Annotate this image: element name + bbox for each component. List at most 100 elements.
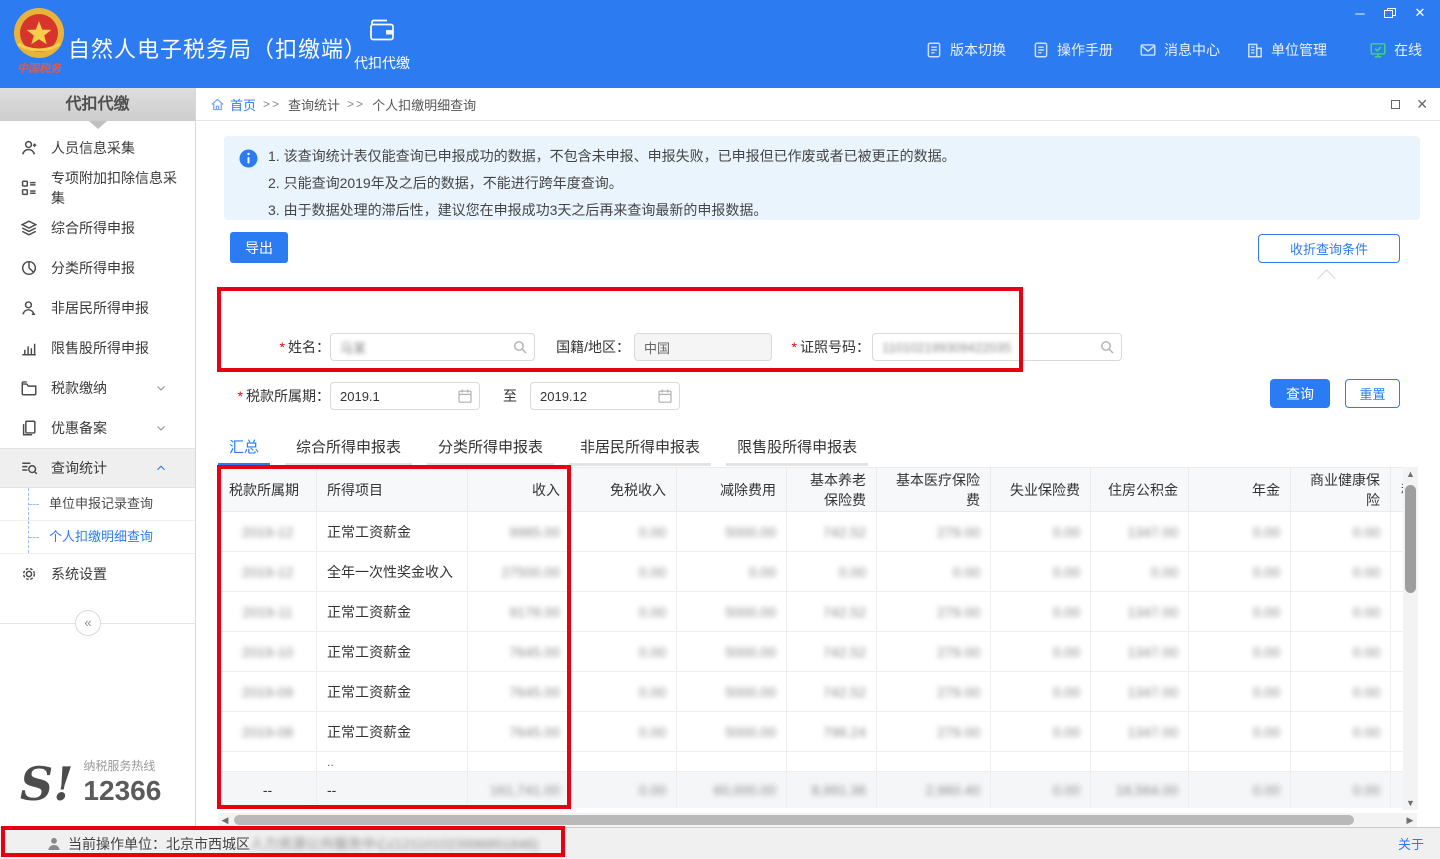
- reset-button[interactable]: 重置: [1345, 379, 1400, 408]
- sidebar-collapse-row: «: [0, 610, 195, 636]
- cell-value: 9985.00: [509, 524, 560, 540]
- module-tab-daikou[interactable]: 代扣代缴: [342, 16, 422, 73]
- name-input[interactable]: 马某: [330, 333, 535, 361]
- sidebar-item-label: 系统设置: [51, 564, 107, 584]
- horizontal-scrollbar[interactable]: ◀ ▶: [218, 813, 1417, 827]
- cell-value: 0.00: [1353, 604, 1380, 620]
- chevron-down-icon: [154, 381, 168, 395]
- about-link[interactable]: 关于: [1398, 834, 1424, 853]
- calendar-icon[interactable]: [657, 388, 673, 404]
- column-header-商业健康保险: 商业健康保险: [1291, 468, 1391, 512]
- cell-value: 5000.00: [725, 604, 776, 620]
- cell-value: 0.00: [1253, 524, 1280, 540]
- calendar-icon[interactable]: [457, 388, 473, 404]
- scroll-left-icon[interactable]: ◀: [218, 813, 232, 827]
- column-header-年金: 年金: [1189, 468, 1291, 512]
- result-table: 税款所属期所得项目收入免税收入减除费用基本养老保险费基本医疗保险费失业保险费住房…: [218, 467, 1403, 808]
- sidebar-item-税款缴纳[interactable]: 税款缴纳: [0, 368, 195, 408]
- result-table-wrap: 税款所属期所得项目收入免税收入减除费用基本养老保险费基本医疗保险费失业保险费住房…: [218, 467, 1403, 808]
- table-row-1: 2019-12全年一次性奖金收入27500.000.000.000.000.00…: [219, 552, 1404, 592]
- cell-value: 0.00: [1151, 564, 1178, 580]
- tab-限售股所得申报表[interactable]: 限售股所得申报表: [726, 429, 868, 466]
- period-to-input[interactable]: 2019.12: [530, 382, 680, 410]
- cell-value: 279.00: [937, 524, 980, 540]
- vertical-scrollbar[interactable]: ▲ ▼: [1403, 467, 1418, 810]
- id-number-input[interactable]: 110102199309422035: [872, 333, 1122, 361]
- sidebar-item-label: 优惠备案: [51, 418, 107, 438]
- sidebar-item-分类所得申报[interactable]: 分类所得申报: [0, 248, 195, 288]
- cell-value: 279.00: [937, 644, 980, 660]
- panel-close-icon[interactable]: ✕: [1416, 96, 1428, 113]
- cell-value: 0.00: [639, 604, 666, 620]
- period-from-input[interactable]: 2019.1: [330, 382, 480, 410]
- tax-emblem-logo: [12, 6, 66, 60]
- breadcrumb-home[interactable]: 首页: [230, 95, 256, 114]
- table-row-total: ----161,741.000.0060,000.008,991.362,960…: [219, 772, 1404, 809]
- vertical-scroll-thumb[interactable]: [1405, 485, 1416, 593]
- notice-line-1: 1. 该查询统计表仅能查询已申报成功的数据，不包含未申报、申报失败，已申报但已作…: [268, 143, 1404, 170]
- current-unit-blurred: 人力资源公共服务中心(121101023996851846): [250, 834, 538, 854]
- cell-value: 正常工资薪金: [327, 644, 411, 660]
- header-nav-单位管理[interactable]: 单位管理: [1246, 40, 1327, 60]
- nationality-label: 国籍/地区：: [544, 333, 630, 361]
- search-icon[interactable]: [512, 339, 528, 355]
- sidebar-item-label: 查询统计: [51, 458, 107, 478]
- table-header-row: 税款所属期所得项目收入免税收入减除费用基本养老保险费基本医疗保险费失业保险费住房…: [219, 468, 1404, 512]
- sidebar-item-系统设置[interactable]: 系统设置: [0, 554, 195, 594]
- cell-value: 0.00: [639, 782, 666, 798]
- cell-value: 0.00: [1053, 724, 1080, 740]
- sidebar-subitem-单位申报记录查询[interactable]: 单位申报记录查询: [0, 488, 195, 521]
- scroll-right-icon[interactable]: ▶: [1403, 813, 1417, 827]
- export-button[interactable]: 导出: [230, 232, 288, 263]
- tab-综合所得申报表[interactable]: 综合所得申报表: [285, 429, 412, 466]
- nationality-input: 中国: [634, 333, 772, 361]
- cell-value: 正常工资薪金: [327, 604, 411, 620]
- info-icon: [239, 149, 258, 168]
- close-icon[interactable]: ✕: [1408, 2, 1432, 24]
- header-nav-在线[interactable]: 在线: [1369, 40, 1422, 60]
- collapse-query-button[interactable]: 收折查询条件: [1258, 234, 1400, 263]
- header-nav-操作手册[interactable]: 操作手册: [1032, 40, 1113, 60]
- sidebar-item-非居民所得申报[interactable]: 非居民所得申报: [0, 288, 195, 328]
- header-nav-版本切换[interactable]: 版本切换: [925, 40, 1006, 60]
- tab-汇总[interactable]: 汇总: [218, 429, 270, 466]
- cell-value: 0.00: [1353, 782, 1380, 798]
- cell-value: 1347.00: [1127, 724, 1178, 740]
- hotline-block: S! 纳税服务热线 12366: [20, 757, 161, 805]
- sidebar-item-限售股所得申报[interactable]: 限售股所得申报: [0, 328, 195, 368]
- sidebar-item-查询统计[interactable]: 查询统计: [0, 448, 195, 488]
- tab-分类所得申报表[interactable]: 分类所得申报表: [427, 429, 554, 466]
- cell-value: 全年一次性奖金收入: [327, 564, 453, 580]
- sidebar-item-人员信息采集[interactable]: 人员信息采集: [0, 128, 195, 168]
- sidebar-item-综合所得申报[interactable]: 综合所得申报: [0, 208, 195, 248]
- cell-value: 742.52: [823, 604, 866, 620]
- sidebar-item-专项附加扣除信息采集[interactable]: 专项附加扣除信息采集: [0, 168, 195, 208]
- cell-value: 0.00: [1053, 644, 1080, 660]
- sidebar-subitem-个人扣缴明细查询[interactable]: 个人扣缴明细查询: [0, 521, 195, 554]
- cell-value: 0.00: [1253, 684, 1280, 700]
- header-nav-label: 单位管理: [1271, 40, 1327, 60]
- sidebar-item-label: 非居民所得申报: [51, 298, 149, 318]
- horizontal-scroll-thumb[interactable]: [234, 815, 1354, 825]
- restore-icon[interactable]: [1378, 2, 1402, 24]
- cell-value: --: [263, 782, 272, 798]
- table-row-0: 2019-12正常工资薪金9985.000.005000.00742.52279…: [219, 512, 1404, 552]
- header-nav-label: 在线: [1394, 40, 1422, 60]
- cell-value: 0.00: [1353, 564, 1380, 580]
- sidebar-item-优惠备案[interactable]: 优惠备案: [0, 408, 195, 448]
- panel-maximize-icon[interactable]: [1391, 100, 1400, 109]
- column-header-收入: 收入: [468, 468, 571, 512]
- search-button[interactable]: 查询: [1270, 379, 1330, 408]
- sidebar-collapse-button[interactable]: «: [75, 610, 101, 636]
- sidebar-item-label: 人员信息采集: [51, 138, 135, 158]
- tab-非居民所得申报表[interactable]: 非居民所得申报表: [569, 429, 711, 466]
- id-number-label: 证照号码：: [788, 333, 870, 361]
- search-icon[interactable]: [1099, 339, 1115, 355]
- cell-value: 0.00: [1353, 724, 1380, 740]
- cell-value: 2019-11: [242, 604, 292, 620]
- minimize-icon[interactable]: ─: [1348, 2, 1372, 24]
- scroll-down-icon[interactable]: ▼: [1403, 796, 1418, 810]
- scroll-up-icon[interactable]: ▲: [1403, 467, 1418, 481]
- sidebar-submenu: 单位申报记录查询个人扣缴明细查询: [0, 488, 195, 554]
- header-nav-消息中心[interactable]: 消息中心: [1139, 40, 1220, 60]
